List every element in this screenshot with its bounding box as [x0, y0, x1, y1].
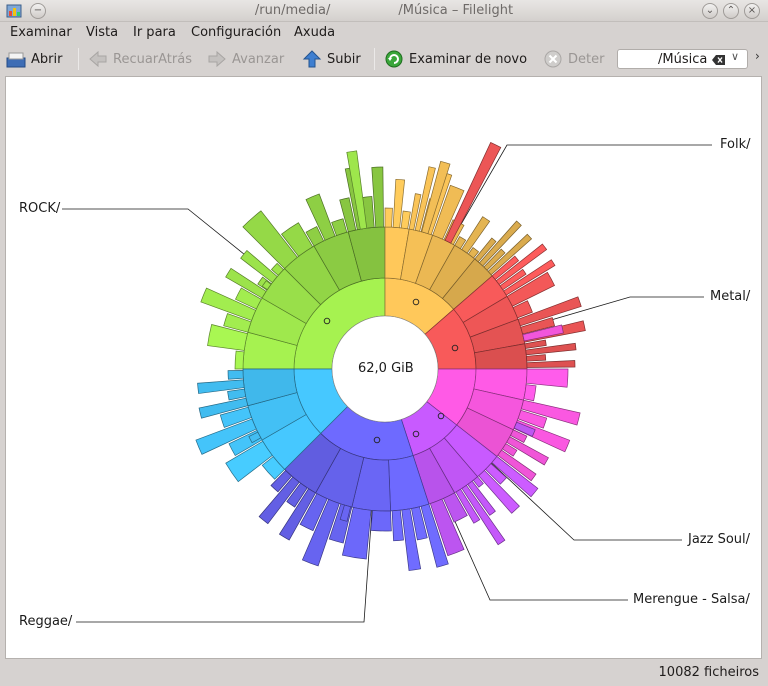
map-center-label: 62,0 GiB	[358, 361, 414, 376]
menu-ir-para[interactable]: Ir para	[133, 25, 176, 40]
open-button[interactable]: Abrir	[6, 49, 62, 69]
window-title-part2: /Música – Filelight	[398, 3, 514, 18]
location-combobox[interactable]: /Música ∨	[617, 49, 748, 69]
close-icon[interactable]: ×	[744, 3, 760, 19]
radial-map-canvas: 62,0 GiB Folk/ ROCK/ Metal/ Jazz Soul/ M…	[5, 76, 762, 659]
back-arrow-icon	[89, 50, 107, 68]
toolbar-separator	[374, 48, 375, 70]
label-reggae[interactable]: Reggae/	[19, 614, 72, 629]
menu-axuda[interactable]: Axuda	[294, 25, 335, 40]
segment-jazz-leaf[interactable]	[525, 368, 569, 388]
window-title-part1: /run/media/	[254, 3, 331, 18]
segment-misc-leaf[interactable]	[227, 370, 244, 380]
label-folk[interactable]: Folk/	[720, 137, 751, 152]
stop-label: Deter	[568, 51, 605, 67]
minimize-icon[interactable]: ⌄	[702, 3, 718, 19]
maximize-icon[interactable]: ⌃	[723, 3, 739, 19]
stop-button[interactable]: Deter	[543, 49, 604, 69]
forward-button[interactable]: Avanzar	[207, 49, 284, 69]
stop-icon	[544, 50, 562, 68]
forward-arrow-icon	[208, 50, 226, 68]
label-merengue-salsa[interactable]: Merengue - Salsa/	[633, 592, 750, 607]
title-bar: − /run/media/ /Música – Filelight ⌄ ⌃ ×	[0, 0, 768, 22]
location-value[interactable]: /Música	[658, 52, 707, 67]
label-jazz-soul[interactable]: Jazz Soul/	[688, 532, 750, 547]
up-arrow-icon	[302, 50, 322, 68]
menu-vista[interactable]: Vista	[86, 25, 118, 40]
chevron-down-icon[interactable]: ∨	[731, 50, 739, 63]
rescan-label: Examinar de novo	[409, 51, 528, 67]
forward-label: Avanzar	[232, 51, 285, 67]
segment-metal-leaf[interactable]	[526, 360, 576, 368]
up-button[interactable]: Subir	[302, 49, 361, 69]
rescan-button[interactable]: Examinar de novo	[384, 49, 527, 69]
back-button[interactable]: RecuarAtrás	[88, 49, 192, 69]
toolbar-overflow-icon[interactable]: ›	[755, 49, 760, 63]
window-menu-icon[interactable]: −	[30, 3, 46, 19]
clear-text-icon[interactable]	[712, 55, 725, 65]
menu-bar: Examinar Vista Ir para Configuración Axu…	[0, 22, 768, 44]
up-label: Subir	[327, 51, 361, 67]
window-title: /run/media/ /Música – Filelight	[0, 3, 768, 18]
filelight-app-icon[interactable]	[6, 3, 22, 19]
segment-reggae-leaf[interactable]	[391, 509, 404, 542]
refresh-icon	[385, 50, 403, 68]
segment-rock-leaf[interactable]	[234, 350, 245, 370]
segment-jazz-leaf[interactable]	[523, 384, 537, 402]
menu-examinar[interactable]: Examinar	[10, 25, 72, 40]
back-label: RecuarAtrás	[113, 51, 192, 67]
status-bar: 10082 ficheiros	[0, 661, 768, 686]
open-label: Abrir	[31, 51, 63, 67]
toolbar-separator	[78, 48, 79, 70]
segment-metal-leaf[interactable]	[526, 354, 547, 362]
menu-configuracion[interactable]: Configuración	[191, 25, 281, 40]
open-icon	[6, 52, 26, 68]
segment-folk-leaf[interactable]	[384, 207, 393, 228]
file-count: 10082 ficheiros	[658, 665, 759, 680]
segment-reggae-leaf[interactable]	[370, 510, 392, 532]
label-rock[interactable]: ROCK/	[19, 201, 60, 216]
segment-misc-leaf[interactable]	[227, 388, 247, 401]
segment-folk-leaf[interactable]	[400, 210, 411, 230]
resize-grip[interactable]	[764, 336, 767, 350]
label-metal[interactable]: Metal/	[710, 289, 750, 304]
